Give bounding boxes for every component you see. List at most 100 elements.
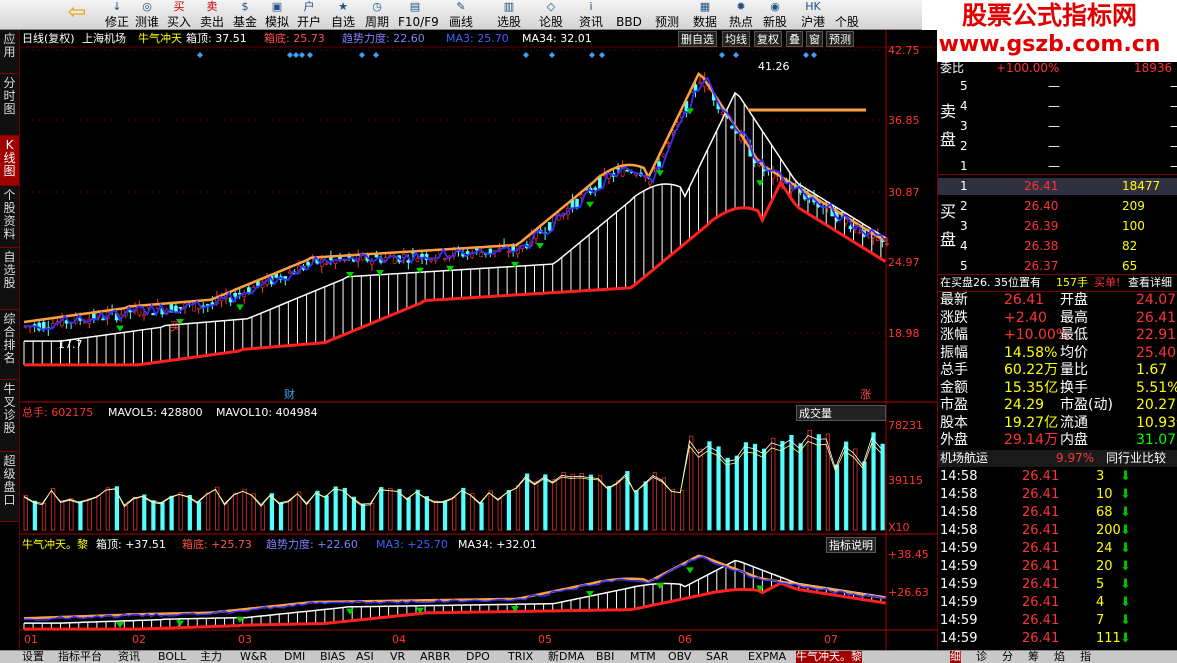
candle-body	[885, 243, 889, 245]
indicator-help-button[interactable]: 指标说明	[826, 537, 876, 553]
indicator-tab[interactable]: 设置	[22, 651, 44, 663]
toolbar-item[interactable]: ▥ 选股	[492, 0, 526, 30]
left-tab[interactable]: 综合排名	[0, 310, 19, 380]
indicator-tab[interactable]: 指标平台	[58, 651, 102, 663]
left-tab[interactable]: 应用	[0, 30, 19, 74]
forecast-button[interactable]: 预测	[826, 31, 854, 47]
indicator-tab[interactable]: OBV	[668, 651, 691, 663]
tick-volume: 10	[1096, 487, 1113, 502]
back-arrow-icon[interactable]: ⇦	[62, 0, 92, 30]
indicator-tab[interactable]: 牛气冲天。黎	[796, 651, 862, 663]
adjust-button[interactable]: 复权	[754, 31, 782, 47]
volume-bar	[306, 502, 311, 531]
panel-tab[interactable]: 分	[1002, 651, 1013, 663]
candle-body	[593, 187, 598, 190]
panel-tab[interactable]: 筹	[1028, 651, 1039, 663]
indicator-tab[interactable]: 新DMA	[548, 651, 585, 663]
indicator-tab[interactable]: DPO	[466, 651, 490, 663]
volume-bar	[743, 442, 748, 531]
left-tab[interactable]: 分时图	[0, 74, 19, 136]
weibi-diff: 18936	[1134, 61, 1173, 75]
toolbar-item[interactable]: ◷ 周期	[360, 0, 394, 30]
stat-row: 总手 60.22万 量比 1.67	[938, 362, 1177, 379]
limit-up-marker[interactable]: 涨	[860, 388, 871, 401]
toolbar-item[interactable]: 预测	[650, 0, 684, 30]
indicator-tab[interactable]: BOLL	[158, 651, 186, 663]
toolbar-item[interactable]: ▣ 模拟	[260, 0, 294, 30]
chart-period[interactable]: 日线(复权)	[22, 31, 75, 47]
toolbar-item[interactable]: ↓ 修正	[100, 0, 134, 30]
toolbar-item[interactable]: ◇ 论股堂	[534, 0, 568, 45]
indicator-tab[interactable]: W&R	[240, 651, 267, 663]
indicator-tab[interactable]: 资讯	[118, 651, 140, 663]
volume-bar	[552, 479, 557, 531]
left-tab[interactable]: 自选股	[0, 248, 19, 310]
volume-bar	[543, 474, 548, 531]
kline-chart-area[interactable]: 42.75 36.85 30.87 24.97 18.98 41.26 17.7 财 涨 买 782…	[20, 30, 937, 650]
toolbar-item[interactable]: ▤ F10/F9	[398, 0, 439, 30]
left-tab[interactable]: K线图	[0, 136, 19, 186]
indicator-tab[interactable]: DMI	[284, 651, 305, 663]
buy-level-row: 1 26.41 18477	[938, 178, 1177, 195]
ma-button[interactable]: 均线	[722, 31, 750, 47]
sell-price: —	[1048, 159, 1060, 173]
sell-level-row: 2 — —	[938, 138, 1177, 155]
left-tab[interactable]: 个股资料	[0, 186, 19, 248]
toolbar-item[interactable]: ◎ 测谁	[130, 0, 164, 30]
panel-tab[interactable]: 细	[950, 651, 961, 663]
down-arrow-icon: ⬇	[1120, 631, 1131, 646]
indicator-tab[interactable]: MTM	[630, 651, 656, 663]
window-button[interactable]: 窗	[806, 31, 823, 47]
candle-body	[324, 263, 329, 265]
peer-compare-button[interactable]: 同行业比较	[1106, 450, 1166, 467]
down-arrow-icon: ⬇	[1120, 595, 1131, 610]
left-tab[interactable]: 牛叉诊股	[0, 380, 19, 452]
panel-tab[interactable]: 诊	[976, 651, 987, 663]
indicator-tab[interactable]: VR	[390, 651, 405, 663]
indicator-tab[interactable]: ARBR	[420, 651, 450, 663]
toolbar-item[interactable]: HK 沪港通	[796, 0, 830, 45]
toolbar-label: 沪港通	[800, 15, 825, 45]
toolbar-item[interactable]: ★ 自选股	[326, 0, 360, 45]
toolbar-item[interactable]: ✎ 画线	[444, 0, 478, 30]
ind-name: 牛气冲天。黎	[22, 538, 88, 551]
indicator-tab[interactable]: 主力	[200, 651, 222, 663]
overlay-button[interactable]: 叠	[786, 31, 803, 47]
down-arrow-icon: ⬇	[1120, 487, 1131, 502]
sell-level: 2	[960, 139, 968, 153]
candle-body	[730, 125, 734, 129]
panel-tab[interactable]: 指	[1080, 651, 1091, 663]
indicator-tab[interactable]: SAR	[706, 651, 728, 663]
candle-body	[575, 198, 579, 208]
toolbar-item[interactable]: i 资讯	[574, 0, 608, 30]
toolbar-item[interactable]: 买买入	[162, 0, 196, 30]
notice-hands: 157手	[1056, 276, 1088, 289]
kline-chart-svg[interactable]: 42.75 36.85 30.87 24.97 18.98 41.26 17.7 财 涨 买 782…	[20, 30, 937, 650]
toolbar-item[interactable]: 卖卖出	[195, 0, 229, 30]
toolbar-label: F10/F9	[398, 15, 439, 29]
remove-favorite-button[interactable]: 删自选	[678, 31, 717, 47]
toolbar-item[interactable]: ▦ 数据	[688, 0, 722, 30]
toolbar-item[interactable]: 个股	[830, 0, 864, 30]
toolbar-item[interactable]: 户开户	[292, 0, 326, 30]
price-axis-label: 42.75	[888, 44, 920, 57]
toolbar-item[interactable]: ◉ 新股	[758, 0, 792, 30]
indicator-tab[interactable]: BIAS	[320, 651, 345, 663]
notice-link[interactable]: 查看详细	[1128, 274, 1172, 291]
indicator-tab[interactable]: EXPMA	[748, 651, 786, 663]
volume-bar	[607, 485, 612, 531]
indicator-tab[interactable]: TRIX	[508, 651, 533, 663]
toolbar-item[interactable]: $ 基金	[228, 0, 262, 30]
indicator-tab[interactable]: ASI	[356, 651, 374, 663]
volume-select[interactable]: 成交量	[796, 405, 886, 421]
indicator-tab[interactable]: BBI	[596, 651, 614, 663]
toolbar-item[interactable]: BBD	[612, 0, 646, 30]
tick-row: 14:58 26.41 3 ⬇	[938, 468, 1177, 485]
stat-row: 外盘 29.14万内盘 31.07万	[938, 432, 1177, 449]
volume-axis-label: 78231	[888, 419, 923, 432]
left-tab[interactable]: 超级盘口	[0, 452, 19, 522]
finance-marker[interactable]: 财	[284, 387, 295, 401]
toolbar-icon: ▣	[271, 0, 283, 13]
toolbar-item[interactable]: ✹ 热点	[724, 0, 758, 30]
panel-tab[interactable]: 焰	[1054, 651, 1065, 663]
